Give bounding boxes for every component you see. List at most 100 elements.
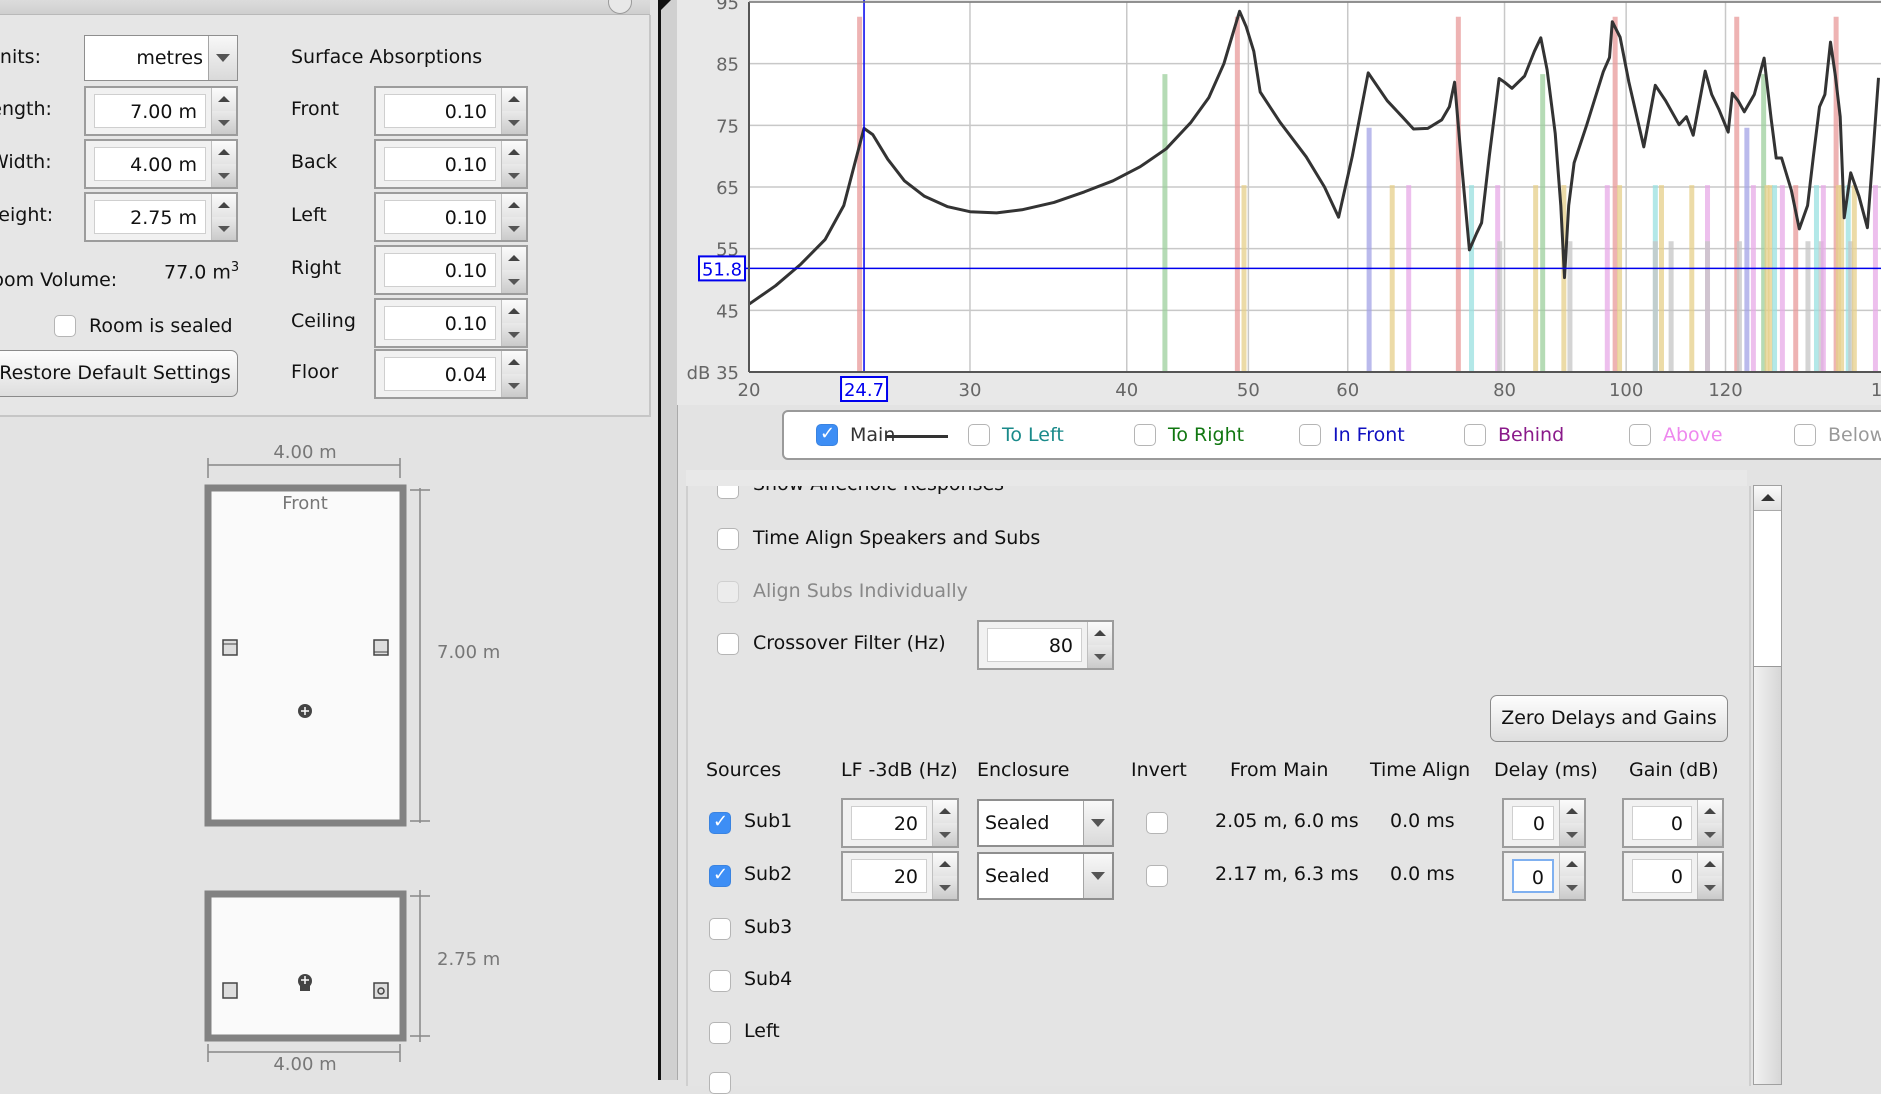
time-align-checkbox[interactable] [717, 528, 739, 550]
crossover-checkbox[interactable] [717, 633, 739, 655]
room-sealed-checkbox[interactable] [54, 315, 76, 337]
absorption-input-right[interactable]: 0.10 [384, 253, 496, 287]
delay-input-sub2[interactable]: 0 [1512, 859, 1554, 893]
source-checkbox-sub4[interactable] [709, 970, 731, 992]
spinner-up-icon[interactable] [502, 194, 526, 218]
align-subs-checkbox[interactable] [717, 581, 739, 603]
side-sub1-speaker-icon[interactable] [222, 982, 238, 999]
spinner-up-icon[interactable] [1560, 853, 1584, 877]
width-input[interactable]: 4.00 m [94, 147, 206, 181]
length-spinner[interactable]: 7.00 m [84, 86, 238, 136]
spinner-down-icon[interactable] [1698, 823, 1722, 846]
invert-checkbox-sub1[interactable] [1146, 812, 1168, 834]
side-sub2-speaker-icon[interactable] [373, 982, 389, 999]
split-pane-gutter[interactable] [661, 0, 678, 1080]
sub2-speaker-icon[interactable] [373, 639, 389, 656]
chevron-down-icon[interactable] [1083, 801, 1112, 845]
spinner-down-icon[interactable] [502, 270, 526, 293]
width-spinner[interactable]: 4.00 m [84, 139, 238, 189]
units-select[interactable]: metres [84, 35, 238, 81]
absorption-spinner-left[interactable]: 0.10 [374, 192, 528, 242]
absorption-input-floor[interactable]: 0.04 [384, 357, 496, 391]
spinner-down-icon[interactable] [502, 164, 526, 187]
crossover-input[interactable]: 80 [987, 628, 1082, 662]
zero-delays-gains-button[interactable]: Zero Delays and Gains [1490, 695, 1728, 742]
spinner-down-icon[interactable] [1088, 645, 1112, 668]
absorption-input-ceiling[interactable]: 0.10 [384, 306, 496, 340]
gain-spinner-sub2[interactable]: 0 [1622, 851, 1724, 901]
spinner-down-icon[interactable] [933, 876, 957, 899]
spinner-up-icon[interactable] [933, 800, 957, 824]
gain-spinner-sub1[interactable]: 0 [1622, 798, 1724, 848]
sources-scrollbar[interactable] [1753, 485, 1782, 1085]
spinner-up-icon[interactable] [933, 853, 957, 877]
invert-checkbox-sub2[interactable] [1146, 865, 1168, 887]
source-checkbox-sub1[interactable] [709, 811, 731, 834]
length-input[interactable]: 7.00 m [94, 94, 206, 128]
side-listener-icon[interactable] [298, 974, 312, 991]
spinner-down-icon[interactable] [212, 217, 236, 240]
lf-input-sub1[interactable]: 20 [851, 806, 927, 840]
gain-input-sub2[interactable]: 0 [1632, 859, 1692, 893]
legend-checkbox-to-left[interactable] [968, 424, 990, 446]
scroll-up-icon[interactable] [1754, 486, 1781, 511]
absorption-spinner-right[interactable]: 0.10 [374, 245, 528, 295]
spinner-down-icon[interactable] [502, 111, 526, 134]
spinner-up-icon[interactable] [502, 141, 526, 165]
delay-spinner-sub1[interactable]: 0 [1502, 798, 1586, 848]
spinner-up-icon[interactable] [212, 88, 236, 112]
spinner-up-icon[interactable] [212, 141, 236, 165]
delay-input-sub1[interactable]: 0 [1512, 806, 1554, 840]
spinner-down-icon[interactable] [1560, 876, 1584, 899]
spinner-up-icon[interactable] [212, 194, 236, 218]
source-checkbox-next[interactable] [709, 1072, 731, 1094]
spinner-down-icon[interactable] [212, 164, 236, 187]
absorption-spinner-back[interactable]: 0.10 [374, 139, 528, 189]
spinner-down-icon[interactable] [1560, 823, 1584, 846]
legend-checkbox-in-front[interactable] [1299, 424, 1321, 446]
spinner-up-icon[interactable] [502, 247, 526, 271]
lf-input-sub2[interactable]: 20 [851, 859, 927, 893]
spinner-up-icon[interactable] [502, 88, 526, 112]
spinner-up-icon[interactable] [1698, 853, 1722, 877]
frequency-response-chart[interactable]: dB 354555657585952030405060801001201624.… [677, 0, 1881, 405]
spinner-up-icon[interactable] [1698, 800, 1722, 824]
spinner-down-icon[interactable] [502, 217, 526, 240]
spinner-down-icon[interactable] [502, 323, 526, 346]
legend-checkbox-behind[interactable] [1464, 424, 1486, 446]
height-input[interactable]: 2.75 m [94, 200, 206, 234]
spinner-down-icon[interactable] [1698, 876, 1722, 899]
height-spinner[interactable]: 2.75 m [84, 192, 238, 242]
spinner-down-icon[interactable] [502, 374, 526, 397]
chevron-down-icon[interactable] [1083, 854, 1112, 898]
legend-checkbox-above[interactable] [1629, 424, 1651, 446]
gain-input-sub1[interactable]: 0 [1632, 806, 1692, 840]
enclosure-select-sub2[interactable]: Sealed [977, 852, 1114, 900]
source-checkbox-left[interactable] [709, 1022, 731, 1044]
window-circle-button[interactable] [608, 0, 632, 14]
absorption-input-front[interactable]: 0.10 [384, 94, 496, 128]
scrollbar-track[interactable] [1754, 511, 1781, 667]
crossover-spinner[interactable]: 80 [977, 620, 1114, 670]
delay-spinner-sub2[interactable]: 0 [1502, 851, 1586, 901]
spinner-up-icon[interactable] [502, 351, 526, 375]
legend-checkbox-main[interactable] [816, 423, 838, 446]
legend-checkbox-below[interactable] [1794, 424, 1816, 446]
spinner-up-icon[interactable] [1088, 622, 1112, 646]
spinner-up-icon[interactable] [502, 300, 526, 324]
lf-spinner-sub2[interactable]: 20 [841, 851, 959, 901]
source-checkbox-sub2[interactable] [709, 864, 731, 887]
spinner-up-icon[interactable] [1560, 800, 1584, 824]
spinner-down-icon[interactable] [933, 823, 957, 846]
absorption-spinner-ceiling[interactable]: 0.10 [374, 298, 528, 348]
enclosure-select-sub1[interactable]: Sealed [977, 799, 1114, 847]
listener-position-icon[interactable] [298, 704, 312, 718]
chevron-down-icon[interactable] [208, 36, 237, 80]
absorption-spinner-front[interactable]: 0.10 [374, 86, 528, 136]
legend-checkbox-to-right[interactable] [1134, 424, 1156, 446]
spinner-down-icon[interactable] [212, 111, 236, 134]
lf-spinner-sub1[interactable]: 20 [841, 798, 959, 848]
absorption-input-left[interactable]: 0.10 [384, 200, 496, 234]
absorption-input-back[interactable]: 0.10 [384, 147, 496, 181]
collapse-arrow-icon[interactable] [661, 0, 671, 10]
